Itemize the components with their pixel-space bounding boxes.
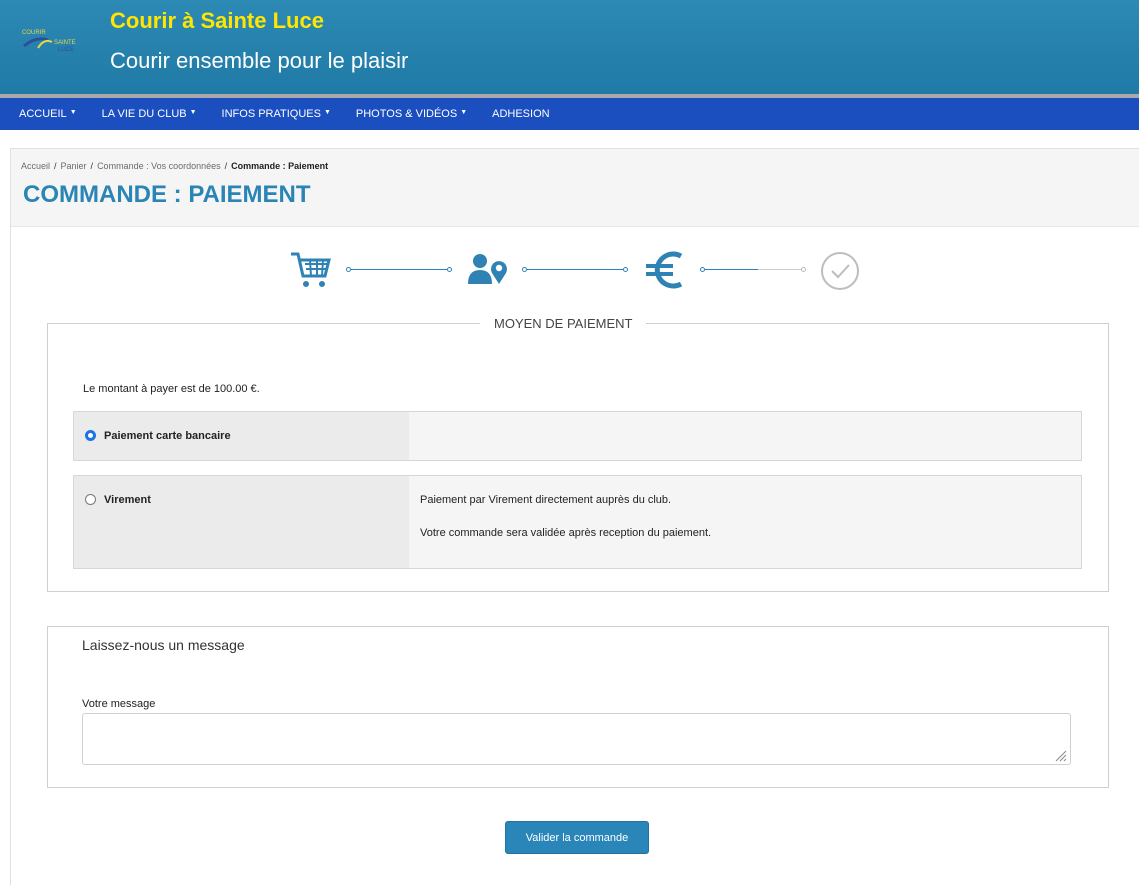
main-nav: ACCUEIL ▼ LA VIE DU CLUB ▼ INFOS PRATIQUES… <box>0 98 1139 130</box>
breadcrumb-link-panier[interactable]: Panier <box>61 161 87 171</box>
option-description: Paiement par Virement directement auprès… <box>420 494 672 506</box>
step-connector <box>705 269 801 270</box>
payment-option-carte-bancaire[interactable]: Paiement carte bancaire <box>73 411 1082 461</box>
amount-to-pay: Le montant à payer est de 100.00 €. <box>83 383 260 395</box>
cart-icon <box>289 250 333 295</box>
step-dot <box>801 267 806 272</box>
breadcrumb-current: Commande : Paiement <box>231 161 329 171</box>
submit-order-button[interactable]: Valider la commande <box>505 821 649 854</box>
payment-option-virement[interactable]: Virement Paiement par Virement directeme… <box>73 475 1082 569</box>
site-header: COURIR SAINTE LUCE Courir à Sainte Luce … <box>0 0 1139 98</box>
page-title: COMMANDE : PAIEMENT <box>23 181 311 208</box>
nav-item-la-vie-du-club[interactable]: LA VIE DU CLUB ▼ <box>102 108 197 120</box>
nav-item-label: ACCUEIL <box>19 108 67 120</box>
breadcrumb-link-coordonnees[interactable]: Commande : Vos coordonnées <box>97 161 221 171</box>
step-connector <box>351 269 447 270</box>
nav-item-accueil[interactable]: ACCUEIL ▼ <box>19 108 77 120</box>
nav-item-infos-pratiques[interactable]: INFOS PRATIQUES ▼ <box>222 108 331 120</box>
euro-icon <box>643 247 689 298</box>
radio-virement[interactable] <box>85 494 96 505</box>
step-dot <box>623 267 628 272</box>
option-left-panel <box>74 476 409 568</box>
nav-item-label: INFOS PRATIQUES <box>221 108 321 120</box>
breadcrumb-separator: / <box>90 161 94 171</box>
site-tagline: Courir ensemble pour le plaisir <box>110 48 409 73</box>
svg-text:LUCE: LUCE <box>58 47 74 53</box>
breadcrumb-separator: / <box>224 161 228 171</box>
breadcrumb-link-accueil[interactable]: Accueil <box>21 161 50 171</box>
breadcrumb-separator: / <box>54 161 57 171</box>
nav-item-label: PHOTOS & VIDÉOS <box>355 108 458 120</box>
check-circle-icon <box>820 251 860 296</box>
message-textarea[interactable] <box>82 713 1071 765</box>
step-connector <box>527 269 623 270</box>
payment-legend: MOYEN DE PAIEMENT <box>480 316 647 331</box>
nav-item-label: LA VIE DU CLUB <box>101 108 187 120</box>
page-head: Accueil / Panier / Commande : Vos coordonnée… <box>11 149 1139 227</box>
caret-down-icon: ▼ <box>323 109 331 116</box>
svg-text:SAINTE: SAINTE <box>54 40 76 46</box>
breadcrumb: Accueil / Panier / Commande : Vos coordonnée… <box>21 161 328 171</box>
nav-item-adhesion[interactable]: ADHESION <box>492 108 549 120</box>
resize-grip-icon[interactable] <box>1055 749 1067 762</box>
radio-carte-bancaire[interactable] <box>85 430 96 441</box>
nav-item-photos-videos[interactable]: PHOTOS & VIDÉOS ▼ <box>356 108 467 120</box>
nav-item-label: ADHESION <box>492 108 550 120</box>
user-location-icon <box>466 252 512 291</box>
step-dot <box>447 267 452 272</box>
caret-down-icon: ▼ <box>189 109 197 116</box>
option-label[interactable]: Paiement carte bancaire <box>104 430 231 442</box>
club-logo-icon[interactable]: COURIR SAINTE LUCE <box>18 24 90 62</box>
message-label: Votre message <box>82 698 156 710</box>
message-title: Laissez-nous un message <box>82 637 245 653</box>
option-label[interactable]: Virement <box>104 494 151 506</box>
caret-down-icon: ▼ <box>69 109 77 116</box>
option-description: Votre commande sera validée après recept… <box>420 527 712 539</box>
svg-text:COURIR: COURIR <box>22 30 46 36</box>
caret-down-icon: ▼ <box>460 109 468 116</box>
site-title[interactable]: Courir à Sainte Luce <box>110 8 324 34</box>
